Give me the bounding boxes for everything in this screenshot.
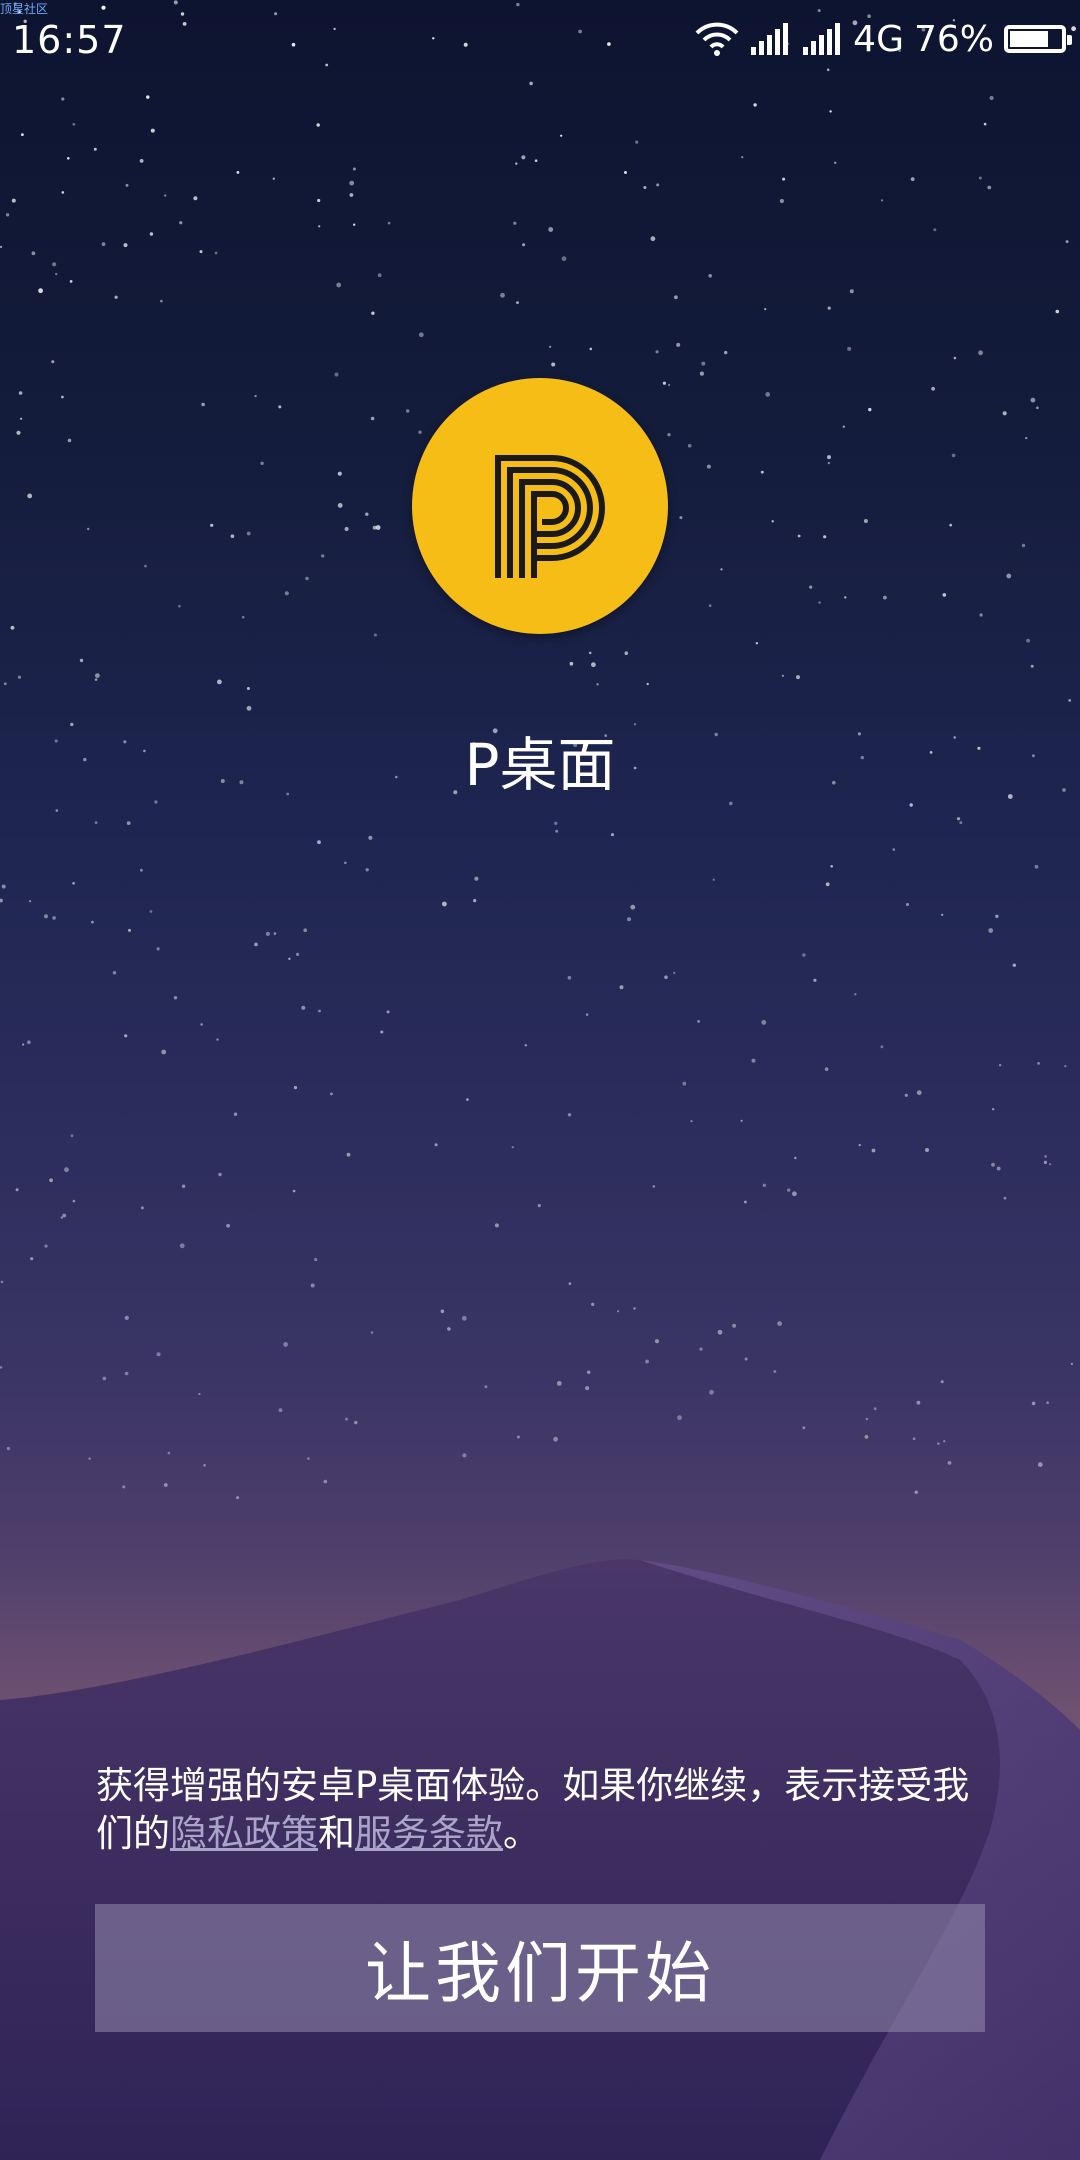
status-icons: 4G 76% xyxy=(695,14,1072,64)
start-button[interactable]: 让我们开始 xyxy=(95,1904,985,2032)
signal-icon xyxy=(751,23,789,55)
network-type: 4G xyxy=(853,18,904,60)
status-time: 16:57 xyxy=(12,18,127,62)
privacy-policy-link[interactable]: 隐私政策 xyxy=(170,1812,318,1855)
consent-joiner: 和 xyxy=(318,1812,355,1855)
battery-icon xyxy=(1004,25,1072,53)
signal-icon-2 xyxy=(803,23,841,55)
wifi-icon xyxy=(695,22,739,56)
battery-fill xyxy=(1010,31,1048,47)
battery-percent: 76% xyxy=(913,18,994,60)
consent-text-after: 。 xyxy=(503,1812,540,1855)
terms-of-service-link[interactable]: 服务条款 xyxy=(355,1812,503,1855)
app-name: P桌面 xyxy=(464,731,616,799)
pixel-p-logo-icon xyxy=(495,455,605,578)
status-bar: 16:57 4G 76% xyxy=(0,0,1080,76)
consent-text: 获得增强的安卓P桌面体验。如果你继续，表示接受我们的隐私政策和服务条款。 xyxy=(96,1762,996,1858)
app-logo xyxy=(412,378,668,634)
